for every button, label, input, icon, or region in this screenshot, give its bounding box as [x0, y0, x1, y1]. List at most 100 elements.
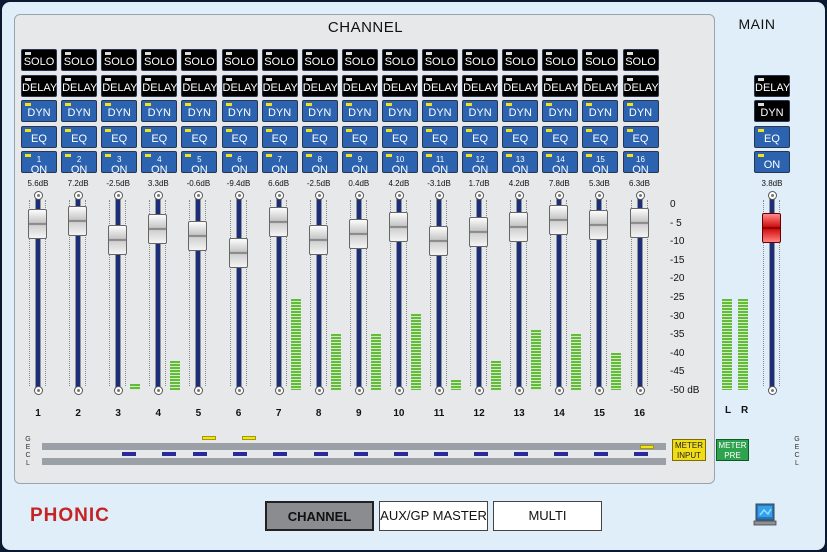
- on-button-ch2[interactable]: 2 ON: [61, 151, 98, 176]
- dyn-button-ch9[interactable]: DYN: [341, 100, 378, 122]
- dyn-button-ch3[interactable]: DYN: [101, 100, 138, 122]
- eq-button-ch15[interactable]: EQ: [582, 126, 619, 148]
- on-button-ch7[interactable]: 7 ON: [261, 151, 298, 176]
- dyn-button-ch7[interactable]: DYN: [261, 100, 298, 122]
- fader-knob-ch8[interactable]: [308, 224, 328, 255]
- dyn-button-ch11[interactable]: DYN: [422, 100, 458, 122]
- dyn-button-ch13[interactable]: DYN: [502, 100, 539, 122]
- dyn-button-ch15[interactable]: DYN: [582, 100, 619, 122]
- delay-button-ch1[interactable]: DELAY: [21, 75, 57, 97]
- dyn-button-ch14[interactable]: DYN: [542, 100, 579, 122]
- fader-knob-ch1[interactable]: [28, 209, 47, 240]
- eq-button-ch14[interactable]: EQ: [542, 126, 579, 148]
- solo-button-ch11[interactable]: SOLO: [422, 49, 458, 71]
- dyn-button-ch5[interactable]: DYN: [181, 100, 218, 122]
- eq-button-ch9[interactable]: EQ: [341, 126, 378, 148]
- tab-aux-gp-master[interactable]: AUX/GP MASTER: [379, 501, 488, 531]
- dyn-button-ch10[interactable]: DYN: [381, 100, 418, 122]
- on-button-ch3[interactable]: 3 ON: [101, 151, 138, 176]
- delay-button-ch12[interactable]: DELAY: [462, 75, 498, 97]
- eq-button-ch13[interactable]: EQ: [502, 126, 539, 148]
- delay-button-ch2[interactable]: DELAY: [61, 75, 97, 97]
- fader-knob-ch2[interactable]: [68, 206, 88, 237]
- main-delay-button[interactable]: DELAY: [754, 75, 790, 97]
- solo-button-ch3[interactable]: SOLO: [101, 49, 138, 71]
- main-fader-knob[interactable]: [762, 212, 781, 243]
- eq-button-ch12[interactable]: EQ: [462, 126, 499, 148]
- solo-button-ch15[interactable]: SOLO: [582, 49, 619, 71]
- solo-button-ch10[interactable]: SOLO: [381, 49, 418, 71]
- delay-button-ch8[interactable]: DELAY: [301, 75, 338, 97]
- delay-button-ch3[interactable]: DELAY: [101, 75, 137, 97]
- tab-multi[interactable]: MULTI: [493, 501, 602, 531]
- eq-button-ch10[interactable]: EQ: [381, 126, 418, 148]
- eq-button-ch4[interactable]: EQ: [141, 126, 178, 148]
- delay-button-ch15[interactable]: DELAY: [582, 75, 619, 97]
- solo-button-ch5[interactable]: SOLO: [181, 49, 218, 71]
- eq-button-ch11[interactable]: EQ: [422, 126, 458, 148]
- on-button-ch1[interactable]: 1 ON: [21, 151, 57, 176]
- fader-knob-ch5[interactable]: [188, 221, 208, 252]
- on-button-ch14[interactable]: 14 ON: [542, 151, 579, 176]
- dyn-button-ch6[interactable]: DYN: [221, 100, 258, 122]
- computer-icon[interactable]: [752, 502, 780, 528]
- dyn-button-ch16[interactable]: DYN: [622, 100, 659, 122]
- solo-button-ch12[interactable]: SOLO: [462, 49, 499, 71]
- eq-button-ch1[interactable]: EQ: [21, 126, 57, 148]
- dyn-button-ch4[interactable]: DYN: [141, 100, 178, 122]
- on-button-ch9[interactable]: 9 ON: [341, 151, 378, 176]
- solo-button-ch9[interactable]: SOLO: [341, 49, 378, 71]
- delay-button-ch6[interactable]: DELAY: [221, 75, 258, 97]
- fader-knob-ch15[interactable]: [589, 209, 609, 240]
- fader-knob-ch7[interactable]: [268, 207, 288, 238]
- delay-button-ch14[interactable]: DELAY: [542, 75, 579, 97]
- eq-button-ch16[interactable]: EQ: [622, 126, 659, 148]
- on-button-ch13[interactable]: 13 ON: [502, 151, 539, 176]
- dyn-button-ch1[interactable]: DYN: [21, 100, 57, 122]
- solo-button-ch14[interactable]: SOLO: [542, 49, 579, 71]
- dyn-button-ch8[interactable]: DYN: [301, 100, 338, 122]
- on-button-ch15[interactable]: 15 ON: [582, 151, 619, 176]
- dyn-button-ch12[interactable]: DYN: [462, 100, 499, 122]
- fader-knob-ch4[interactable]: [148, 213, 168, 244]
- delay-button-ch11[interactable]: DELAY: [422, 75, 458, 97]
- delay-button-ch13[interactable]: DELAY: [502, 75, 538, 97]
- fader-knob-ch9[interactable]: [348, 219, 368, 250]
- delay-button-ch9[interactable]: DELAY: [341, 75, 378, 97]
- solo-button-ch1[interactable]: SOLO: [21, 49, 57, 71]
- meter-input-button[interactable]: METER INPUT: [672, 439, 706, 461]
- fader-knob-ch14[interactable]: [549, 205, 569, 236]
- eq-button-ch6[interactable]: EQ: [221, 126, 258, 148]
- eq-button-ch7[interactable]: EQ: [261, 126, 298, 148]
- delay-button-ch7[interactable]: DELAY: [261, 75, 298, 97]
- delay-button-ch4[interactable]: DELAY: [141, 75, 178, 97]
- on-button-ch5[interactable]: 5 ON: [181, 151, 218, 176]
- dyn-button-ch2[interactable]: DYN: [61, 100, 98, 122]
- on-button-ch4[interactable]: 4 ON: [141, 151, 178, 176]
- on-button-ch8[interactable]: 8 ON: [301, 151, 338, 176]
- on-button-ch16[interactable]: 16 ON: [622, 151, 659, 176]
- tab-channel[interactable]: CHANNEL: [265, 501, 374, 531]
- solo-button-ch16[interactable]: SOLO: [622, 49, 659, 71]
- on-button-ch11[interactable]: 11 ON: [422, 151, 458, 176]
- solo-button-ch6[interactable]: SOLO: [221, 49, 258, 71]
- solo-button-ch13[interactable]: SOLO: [502, 49, 539, 71]
- fader-knob-ch13[interactable]: [509, 212, 529, 243]
- fader-knob-ch10[interactable]: [388, 212, 408, 243]
- solo-button-ch4[interactable]: SOLO: [141, 49, 178, 71]
- delay-button-ch16[interactable]: DELAY: [622, 75, 659, 97]
- solo-button-ch2[interactable]: SOLO: [61, 49, 98, 71]
- delay-button-ch5[interactable]: DELAY: [181, 75, 218, 97]
- on-button-ch12[interactable]: 12 ON: [462, 151, 499, 176]
- on-button-ch10[interactable]: 10 ON: [381, 151, 418, 176]
- solo-button-ch8[interactable]: SOLO: [301, 49, 338, 71]
- delay-button-ch10[interactable]: DELAY: [381, 75, 418, 97]
- fader-knob-ch6[interactable]: [228, 237, 248, 268]
- eq-button-ch3[interactable]: EQ: [101, 126, 138, 148]
- eq-button-ch2[interactable]: EQ: [61, 126, 98, 148]
- eq-button-ch8[interactable]: EQ: [301, 126, 338, 148]
- main-eq-button[interactable]: EQ: [754, 126, 790, 148]
- fader-knob-ch16[interactable]: [629, 208, 649, 239]
- fader-knob-ch11[interactable]: [429, 225, 448, 256]
- eq-button-ch5[interactable]: EQ: [181, 126, 218, 148]
